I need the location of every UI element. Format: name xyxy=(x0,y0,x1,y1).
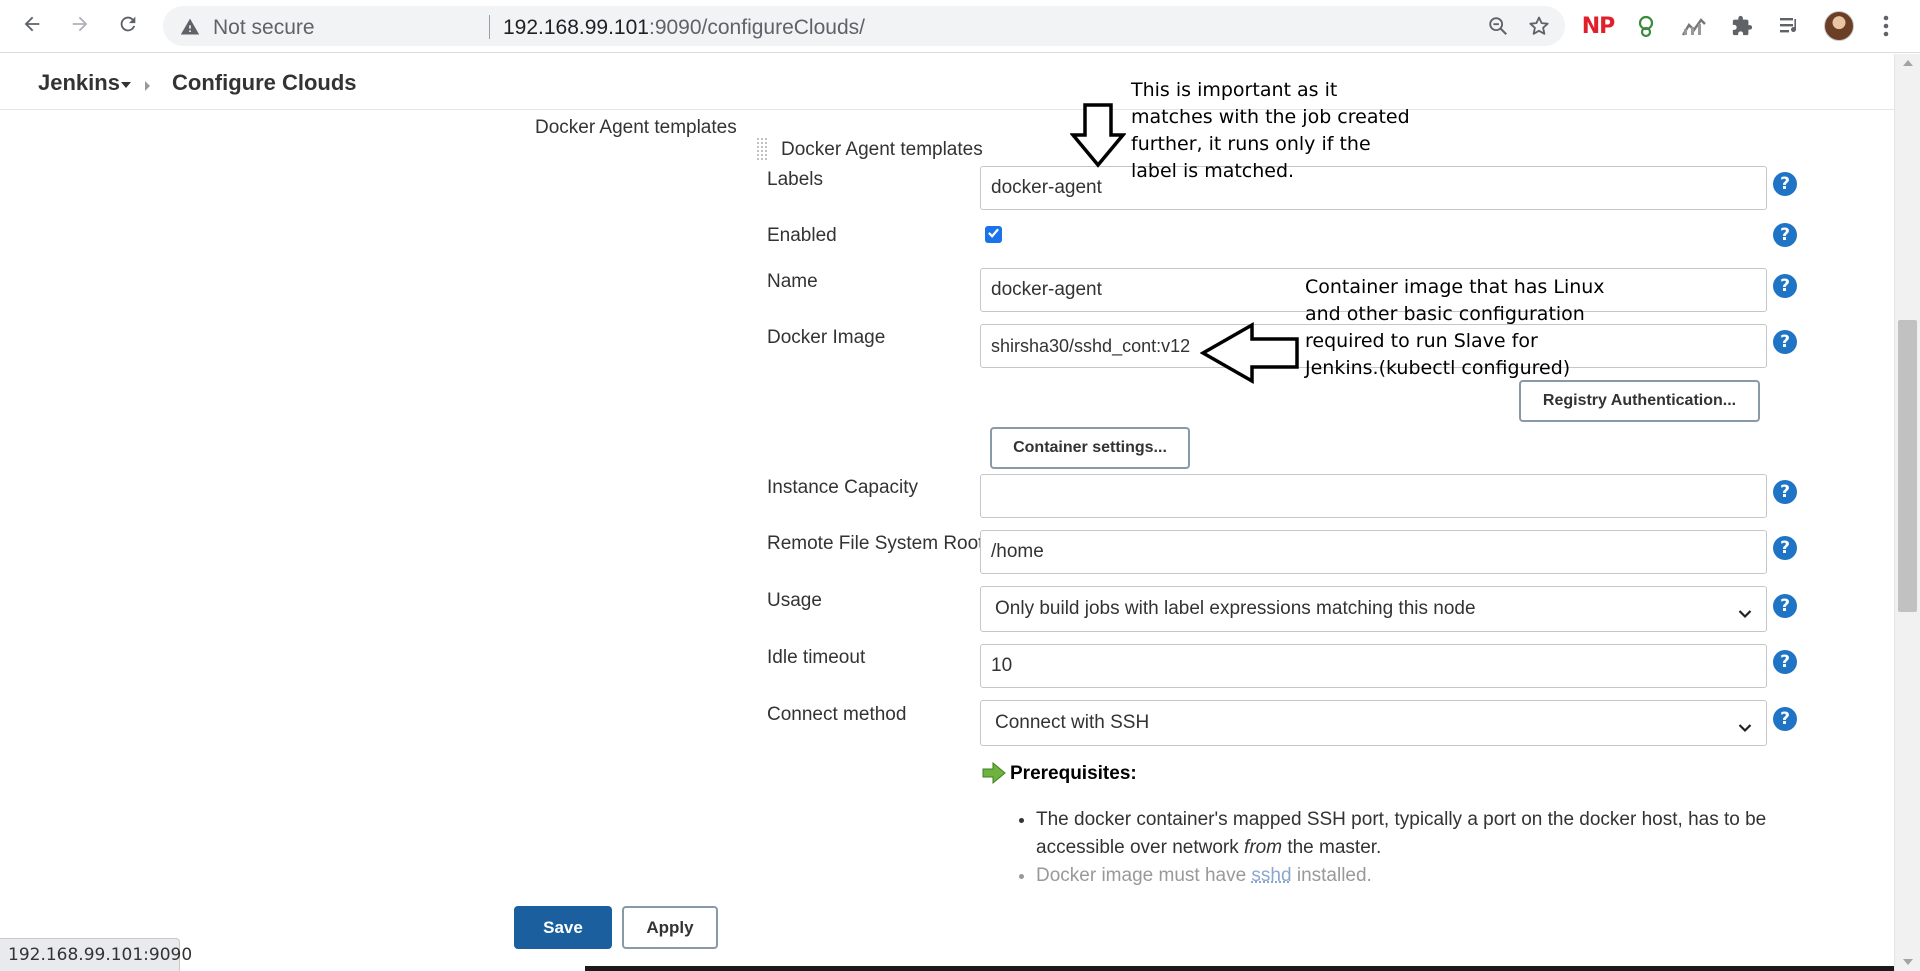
url-path: :9090/configureClouds/ xyxy=(648,16,865,39)
docker-image-label: Docker Image xyxy=(767,327,886,348)
extensions-puzzle-icon[interactable] xyxy=(1728,12,1756,40)
apply-button[interactable]: Apply xyxy=(622,906,718,949)
connect-method-label: Connect method xyxy=(767,704,907,725)
help-icon[interactable]: ? xyxy=(1773,274,1797,298)
instance-capacity-input[interactable] xyxy=(980,474,1767,518)
security-label[interactable]: Not secure xyxy=(213,16,315,40)
idle-timeout-input[interactable] xyxy=(980,644,1767,688)
list-item: Docker image must have sshd installed. xyxy=(1036,862,1772,890)
browser-toolbar: Not secure 192.168.99.101:9090/configure… xyxy=(0,0,1920,53)
extension-analytics-icon[interactable] xyxy=(1680,12,1708,40)
help-icon[interactable]: ? xyxy=(1773,650,1797,674)
reload-icon xyxy=(117,13,139,40)
url-host: 192.168.99.101 xyxy=(503,16,649,39)
extension-np-icon[interactable]: NP xyxy=(1582,12,1616,40)
drag-handle-icon[interactable] xyxy=(756,137,768,161)
annotation-down-arrow-icon xyxy=(1069,102,1127,173)
idle-timeout-label: Idle timeout xyxy=(767,647,866,668)
sshd-link[interactable]: sshd xyxy=(1251,865,1291,886)
prereq-text: The docker container's mapped SSH port, … xyxy=(1036,809,1767,858)
annotation-line: Jenkins.(kubectl configured) xyxy=(1305,357,1571,379)
back-button[interactable] xyxy=(14,8,50,44)
remote-fs-root-label: Remote File System Root xyxy=(767,533,984,554)
reading-list-icon[interactable] xyxy=(1776,12,1804,40)
template-heading: Docker Agent templates xyxy=(781,139,983,160)
annotation-line: Container image that has Linux xyxy=(1305,276,1605,298)
prereq-emphasis: from xyxy=(1244,837,1283,858)
bookmark-star-icon[interactable] xyxy=(1527,14,1551,43)
prerequisites-list: The docker container's mapped SSH port, … xyxy=(1012,806,1772,890)
green-arrow-icon xyxy=(982,761,1006,789)
profile-avatar[interactable] xyxy=(1824,11,1854,41)
annotation-line: further, it runs only if the xyxy=(1131,133,1371,155)
scroll-up-icon[interactable] xyxy=(1903,60,1913,66)
annotation-line: and other basic configuration xyxy=(1305,303,1585,325)
remote-fs-root-input[interactable] xyxy=(980,530,1767,574)
breadcrumb-jenkins-link[interactable]: Jenkins xyxy=(38,70,120,96)
url-text[interactable]: 192.168.99.101:9090/configureClouds/ xyxy=(503,16,865,40)
annotation-line: required to run Slave for xyxy=(1305,330,1538,352)
connect-method-selected-value: Connect with SSH xyxy=(995,712,1150,733)
container-settings-button[interactable]: Container settings... xyxy=(990,427,1190,469)
prereq-text: Docker image must have xyxy=(1036,865,1252,886)
help-icon[interactable]: ? xyxy=(1773,172,1797,196)
help-icon[interactable]: ? xyxy=(1773,480,1797,504)
zoom-icon[interactable] xyxy=(1487,15,1509,42)
chevron-down-icon xyxy=(1738,603,1752,625)
address-divider xyxy=(489,15,490,39)
help-icon[interactable]: ? xyxy=(1773,594,1797,618)
name-label: Name xyxy=(767,271,818,292)
forward-button[interactable] xyxy=(62,8,98,44)
list-item: The docker container's mapped SSH port, … xyxy=(1036,806,1772,862)
prerequisites-title: Prerequisites: xyxy=(1010,763,1137,784)
registry-authentication-button[interactable]: Registry Authentication... xyxy=(1519,380,1760,422)
usage-selected-value: Only build jobs with label expressions m… xyxy=(995,598,1476,619)
usage-label: Usage xyxy=(767,590,822,611)
help-icon[interactable]: ? xyxy=(1773,330,1797,354)
save-button[interactable]: Save xyxy=(514,906,612,949)
annotation-left-arrow-icon xyxy=(1199,321,1300,389)
instance-capacity-label: Instance Capacity xyxy=(767,477,919,498)
connect-method-select[interactable]: Connect with SSH xyxy=(980,700,1767,746)
warning-icon[interactable] xyxy=(180,17,200,42)
page-title[interactable]: Configure Clouds xyxy=(172,70,357,96)
help-icon[interactable]: ? xyxy=(1773,223,1797,247)
prereq-text: installed. xyxy=(1291,865,1372,886)
arrow-left-icon xyxy=(21,13,43,40)
page-scrollbar[interactable] xyxy=(1894,54,1920,971)
annotation-line: matches with the job created xyxy=(1131,106,1410,128)
annotation-label-note: This is important as it matches with the… xyxy=(1131,77,1410,185)
breadcrumb-separator-icon xyxy=(145,81,150,91)
annotation-line: This is important as it xyxy=(1131,79,1338,101)
usage-select[interactable]: Only build jobs with label expressions m… xyxy=(980,586,1767,632)
reload-button[interactable] xyxy=(110,8,146,44)
enabled-checkbox[interactable] xyxy=(985,226,1002,243)
address-bar[interactable]: Not secure 192.168.99.101:9090/configure… xyxy=(163,6,1565,46)
help-icon[interactable]: ? xyxy=(1773,707,1797,731)
annotation-image-note: Container image that has Linux and other… xyxy=(1305,274,1605,382)
breadcrumb: Jenkins Configure Clouds xyxy=(0,54,1894,110)
scrollbar-thumb[interactable] xyxy=(1898,320,1917,612)
labels-label: Labels xyxy=(767,169,823,190)
checkmark-icon xyxy=(987,226,1000,244)
enabled-label: Enabled xyxy=(767,225,837,246)
extension-grammar-icon[interactable] xyxy=(1632,12,1660,40)
chevron-down-icon xyxy=(1738,717,1752,739)
section-label: Docker Agent templates xyxy=(535,117,737,138)
bottom-divider xyxy=(585,966,1894,971)
arrow-right-icon xyxy=(69,13,91,40)
scroll-down-icon[interactable] xyxy=(1903,959,1913,965)
browser-menu-icon[interactable] xyxy=(1872,12,1900,40)
annotation-line: label is matched. xyxy=(1131,160,1295,182)
prereq-text: the master. xyxy=(1282,837,1382,858)
status-bar-url: 192.168.99.101:9090 xyxy=(0,938,192,971)
breadcrumb-dropdown-icon[interactable] xyxy=(121,82,131,88)
help-icon[interactable]: ? xyxy=(1773,536,1797,560)
